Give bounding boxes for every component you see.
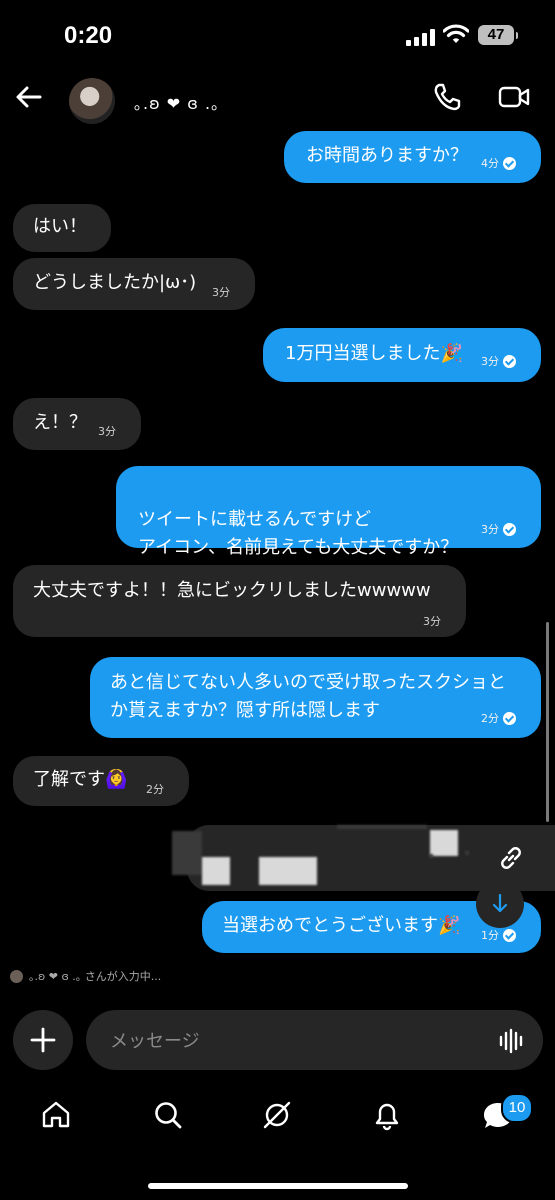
redacted-block: [172, 831, 202, 875]
bell-icon[interactable]: [371, 1099, 403, 1131]
add-media-button[interactable]: [13, 1010, 73, 1070]
message-text: お時間ありますか？: [306, 145, 468, 166]
message-time: 4分: [481, 157, 499, 170]
back-arrow-icon[interactable]: [14, 82, 44, 112]
phone-icon[interactable]: [432, 82, 462, 112]
video-icon[interactable]: [498, 84, 530, 110]
redacted-block: [429, 854, 433, 858]
bottom-nav: [0, 1085, 555, 1155]
voice-wave-icon[interactable]: [498, 1028, 524, 1054]
read-check-icon: [503, 928, 516, 942]
message-bubble-in[interactable]: 大丈夫ですよ！！急にビックリしましたwwwww: [13, 565, 466, 637]
username[interactable]: ｡.ʚ ❤︎ ɞ .｡: [134, 90, 220, 114]
message-bubble-in[interactable]: はい！: [13, 204, 111, 252]
home-indicator: [148, 1183, 408, 1189]
search-icon[interactable]: [152, 1099, 184, 1131]
message-meta: 4分: [481, 155, 516, 171]
scroll-to-bottom-button[interactable]: [476, 880, 524, 928]
message-time: 3分: [423, 615, 441, 628]
message-text: あと信じてない人多いので受け取ったスクショとか貰えますか？隠す所は隠します: [110, 672, 506, 721]
grok-icon[interactable]: [261, 1099, 293, 1131]
wifi-icon: [443, 24, 469, 43]
scrollbar[interactable]: [546, 622, 549, 822]
message-bubble-out[interactable]: ツイートに載せるんですけど アイコン、名前見えても大丈夫ですか？: [116, 466, 541, 558]
message-time: 3分: [481, 523, 499, 536]
message-composer: [86, 1010, 543, 1070]
message-text: 了解です🙆‍♀️: [33, 769, 128, 790]
typing-text: ｡.ʚ ❤︎ ɞ .｡ さんが入力中...: [29, 970, 162, 983]
typing-indicator: ｡.ʚ ❤︎ ɞ .｡ さんが入力中...: [10, 968, 161, 984]
status-time: 0:20: [64, 22, 113, 49]
message-time: 1分: [481, 929, 499, 942]
message-meta: 2分: [481, 710, 516, 726]
message-meta: 3分: [481, 353, 516, 369]
message-time: 2分: [146, 783, 164, 796]
message-meta: 1分: [481, 927, 516, 943]
message-text: 当選おめでとうございます🎉: [222, 915, 461, 936]
avatar: [10, 969, 23, 983]
message-text: ツイートに載せるんですけど アイコン、名前見えても大丈夫ですか？: [138, 509, 459, 558]
message-time: 2分: [481, 712, 499, 725]
redacted-block: [465, 851, 469, 855]
status-bar: 0:20 47: [0, 0, 555, 70]
message-text: はい！: [33, 216, 87, 237]
home-icon[interactable]: [40, 1099, 72, 1131]
battery-indicator: 47: [478, 25, 518, 45]
message-text: 1万円当選しました🎉: [285, 343, 463, 364]
read-check-icon: [503, 522, 516, 536]
message-time: 3分: [98, 425, 116, 438]
arrow-down-icon: [492, 893, 508, 913]
signal-icon: [406, 28, 436, 46]
message-input[interactable]: [108, 1024, 472, 1058]
redacted-block: [337, 825, 427, 829]
read-check-icon: [503, 354, 516, 368]
redacted-block: [259, 857, 317, 885]
message-count-badge: 10: [501, 1093, 533, 1123]
redacted-block: [202, 857, 230, 885]
message-text: え！？: [33, 412, 87, 433]
read-check-icon: [503, 711, 516, 725]
plus-icon: [30, 1027, 56, 1053]
message-time: 3分: [212, 286, 230, 299]
message-bubble-in[interactable]: え！？: [13, 398, 141, 450]
message-text: 大丈夫ですよ！！急にビックリしましたwwwww: [33, 580, 431, 601]
link-icon[interactable]: [497, 844, 525, 872]
read-check-icon: [503, 156, 516, 170]
avatar[interactable]: [69, 78, 115, 124]
message-time: 3分: [481, 355, 499, 368]
redacted-block: [430, 830, 458, 856]
message-meta: 3分: [481, 521, 516, 537]
message-bubble-out[interactable]: あと信じてない人多いので受け取ったスクショとか貰えますか？隠す所は隠します: [90, 657, 541, 738]
message-text: どうしましたか|ω･): [33, 272, 197, 293]
chat-header: ｡.ʚ ❤︎ ɞ .｡: [0, 70, 555, 130]
